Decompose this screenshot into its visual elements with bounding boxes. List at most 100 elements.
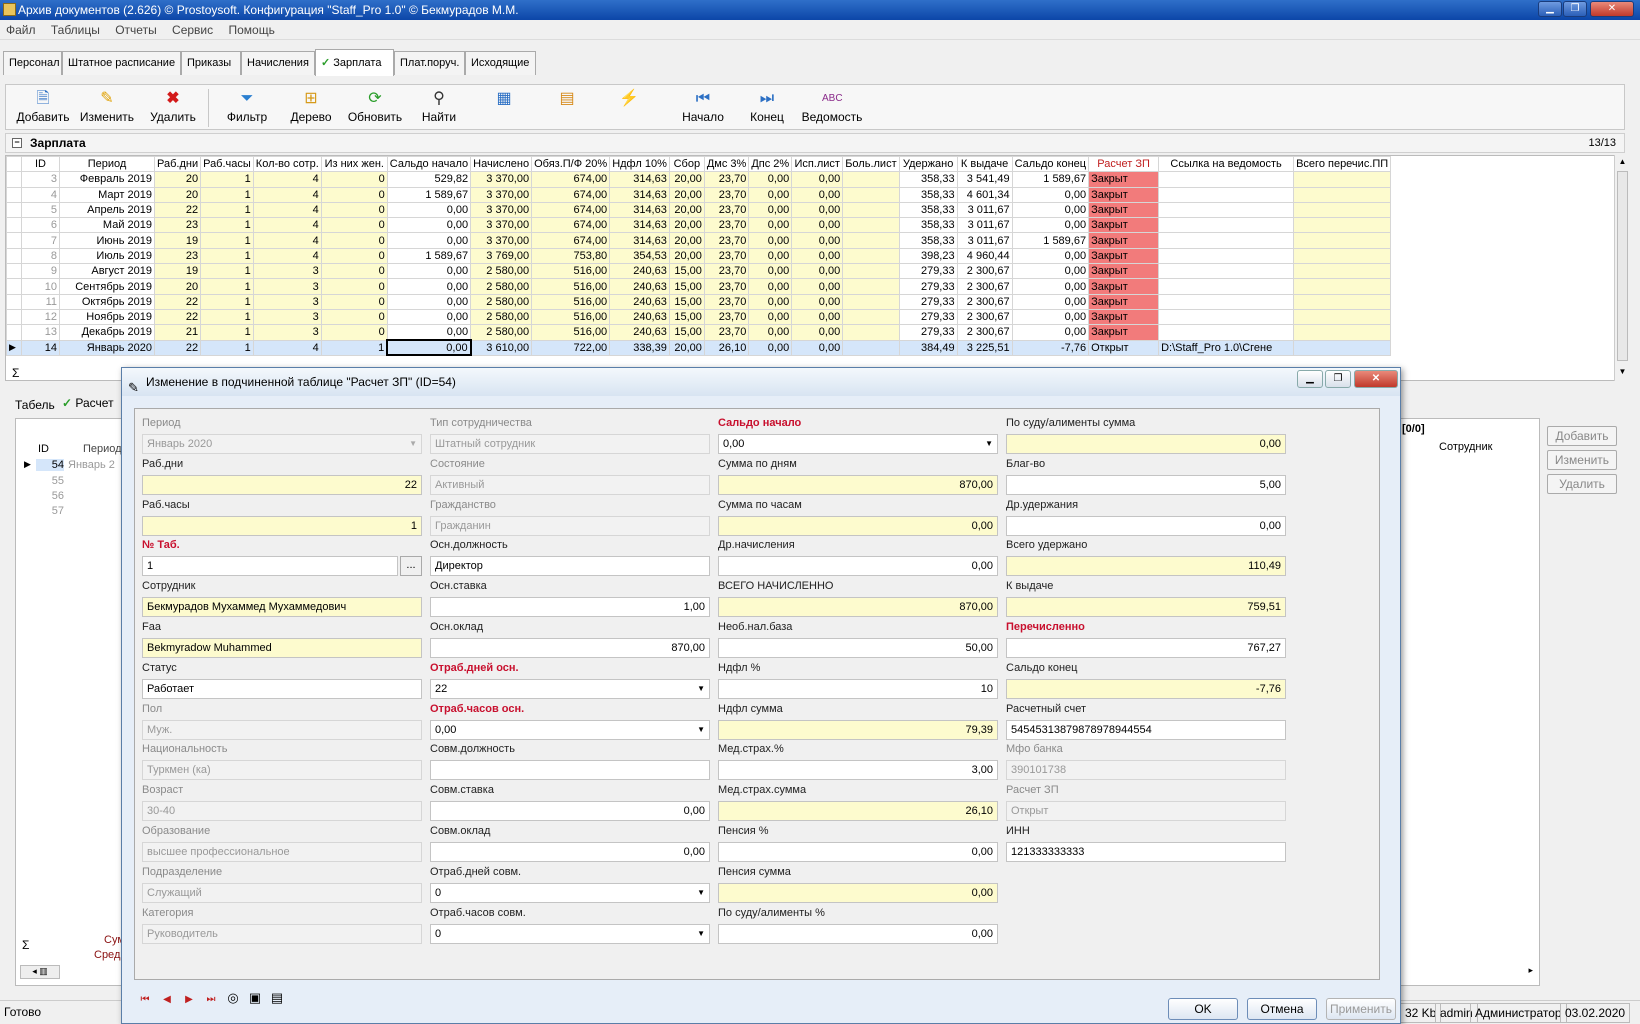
- table-cell[interactable]: 0,00: [748, 263, 793, 280]
- table-cell[interactable]: [1293, 201, 1392, 219]
- table-cell[interactable]: 3 370,00: [470, 232, 533, 249]
- column-header[interactable]: Кол-во сотр.: [252, 156, 322, 173]
- text-field[interactable]: Гражданин: [430, 515, 710, 536]
- text-field[interactable]: Туркмен (ка): [142, 760, 422, 781]
- column-header[interactable]: Ссылка на ведомость: [1158, 156, 1295, 173]
- table-cell[interactable]: [1293, 324, 1392, 341]
- column-header[interactable]: Дпс 2%: [748, 156, 793, 173]
- table-cell[interactable]: 674,00: [531, 171, 611, 188]
- table-cell[interactable]: 0,00: [1011, 278, 1090, 295]
- nav-first-icon[interactable]: ⏮: [134, 988, 156, 1012]
- text-field[interactable]: Директор: [430, 556, 710, 577]
- table-cell[interactable]: Август 2019: [59, 263, 155, 280]
- text-field[interactable]: 5,00: [1006, 474, 1286, 495]
- scroll-up-icon[interactable]: ▲: [1615, 155, 1630, 169]
- table-row[interactable]: 6 Май 2019 23 1 4 0 0,00 3 370,00 674,00 314,63 20…: [6, 217, 1392, 234]
- text-field[interactable]: 0,00: [718, 882, 998, 903]
- tab-staff-schedule[interactable]: Штатное расписание: [62, 51, 181, 75]
- table-cell[interactable]: 384,49: [898, 339, 958, 356]
- table-row[interactable]: 5 Апрель 2019 22 1 4 0 0,00 3 370,00 674,00 314,6…: [6, 201, 1392, 219]
- table-row[interactable]: 12 Ноябрь 2019 22 1 3 0 0,00 2 580,00 516,00 240,…: [6, 308, 1392, 326]
- table-cell[interactable]: [842, 339, 900, 356]
- table-cell[interactable]: 15,00: [668, 278, 705, 295]
- table-cell[interactable]: 3 225,51: [956, 339, 1013, 356]
- table-cell[interactable]: [842, 247, 900, 265]
- table-cell[interactable]: 22: [153, 201, 202, 219]
- table-cell[interactable]: 26,10: [703, 339, 750, 356]
- table-cell[interactable]: 23,70: [703, 263, 750, 280]
- tab-accruals[interactable]: Начисления: [241, 51, 315, 75]
- table-cell[interactable]: 0,00: [1011, 324, 1090, 341]
- table-cell[interactable]: 0: [320, 171, 388, 188]
- dropdown-arrow-icon[interactable]: ▼: [409, 435, 417, 453]
- table-cell[interactable]: 3: [252, 324, 322, 341]
- table-cell[interactable]: 0: [320, 247, 388, 265]
- table-cell[interactable]: Январь 2020: [59, 339, 155, 356]
- table-cell[interactable]: 516,00: [531, 263, 611, 280]
- table-cell[interactable]: 23,70: [703, 171, 750, 188]
- table-cell[interactable]: 0,00: [748, 247, 793, 265]
- table-cell[interactable]: [842, 186, 900, 203]
- table-cell[interactable]: 674,00: [531, 186, 611, 203]
- text-field[interactable]: 22: [142, 474, 422, 495]
- table-cell[interactable]: 516,00: [531, 308, 611, 326]
- table-cell[interactable]: 0,00: [748, 186, 793, 203]
- table-cell[interactable]: 0,00: [748, 232, 793, 249]
- table-cell[interactable]: 3: [252, 278, 322, 295]
- table-cell[interactable]: 0,00: [386, 263, 472, 280]
- combo-field[interactable]: 0 ▼: [430, 882, 710, 903]
- table-cell[interactable]: 0,00: [748, 171, 793, 188]
- table-cell[interactable]: [1158, 217, 1295, 234]
- table-cell[interactable]: Июнь 2019: [59, 232, 155, 249]
- table-cell[interactable]: [1158, 293, 1295, 310]
- table-cell[interactable]: [1158, 171, 1295, 188]
- table-cell[interactable]: 358,33: [898, 232, 958, 249]
- table-cell[interactable]: 0,00: [791, 186, 844, 203]
- table-row[interactable]: 7 Июнь 2019 19 1 4 0 0,00 3 370,00 674,00 314,63 2…: [6, 232, 1392, 249]
- table-cell[interactable]: 0,00: [748, 308, 793, 326]
- table-cell[interactable]: 20: [153, 278, 202, 295]
- table-cell[interactable]: 0,00: [1011, 217, 1090, 234]
- table-cell[interactable]: 398,23: [898, 247, 958, 265]
- table-cell[interactable]: [842, 263, 900, 280]
- text-field[interactable]: [430, 760, 710, 781]
- edit-button[interactable]: ✎ Изменить: [76, 87, 138, 129]
- table-cell[interactable]: [1158, 278, 1295, 295]
- table-cell[interactable]: 0,00: [748, 278, 793, 295]
- table-cell[interactable]: 19: [153, 263, 202, 280]
- table-cell[interactable]: Февраль 2019: [59, 171, 155, 188]
- table-cell[interactable]: 19: [153, 232, 202, 249]
- table-cell[interactable]: 3: [252, 263, 322, 280]
- tree-button[interactable]: ⊞ Дерево: [280, 87, 342, 129]
- column-header[interactable]: Начислено: [470, 156, 533, 173]
- table-cell[interactable]: 23,70: [703, 201, 750, 219]
- table-cell[interactable]: Закрыт: [1088, 171, 1160, 188]
- text-field[interactable]: высшее профессиональное: [142, 842, 422, 862]
- table-cell[interactable]: 20,00: [668, 232, 705, 249]
- table-cell[interactable]: Сентябрь 2019: [59, 278, 155, 295]
- table-cell[interactable]: Закрыт: [1088, 308, 1160, 326]
- table-cell[interactable]: 0: [320, 308, 388, 326]
- table-cell[interactable]: 722,00: [531, 339, 611, 356]
- table-row[interactable]: 3 Февраль 2019 20 1 4 0 529,82 3 370,00 674,00 31…: [6, 171, 1392, 188]
- table-cell[interactable]: 22: [153, 339, 202, 356]
- ok-button[interactable]: OK: [1168, 998, 1238, 1020]
- table-cell[interactable]: 1: [200, 324, 254, 341]
- sub-period-0[interactable]: Январь 2: [68, 459, 115, 471]
- dropdown-arrow-icon[interactable]: ▼: [985, 435, 993, 453]
- sub-id-0[interactable]: 54: [36, 459, 64, 471]
- table-cell[interactable]: 3 370,00: [470, 186, 533, 203]
- notes-icon[interactable]: ▤: [266, 986, 288, 1010]
- table-cell[interactable]: 1: [320, 339, 388, 356]
- text-field[interactable]: Муж.: [142, 719, 422, 740]
- table-cell[interactable]: [842, 324, 900, 341]
- table-cell[interactable]: 0,00: [386, 293, 472, 310]
- table-cell[interactable]: [842, 232, 900, 249]
- table-cell[interactable]: 516,00: [531, 278, 611, 295]
- table-cell[interactable]: 529,82: [386, 171, 472, 188]
- table-cell[interactable]: 23,70: [703, 232, 750, 249]
- table-cell[interactable]: 240,63: [609, 308, 670, 326]
- text-field[interactable]: 121333333333: [1006, 842, 1286, 862]
- text-field[interactable]: 0,00: [1006, 434, 1286, 454]
- table-cell[interactable]: 3 541,49: [956, 171, 1013, 188]
